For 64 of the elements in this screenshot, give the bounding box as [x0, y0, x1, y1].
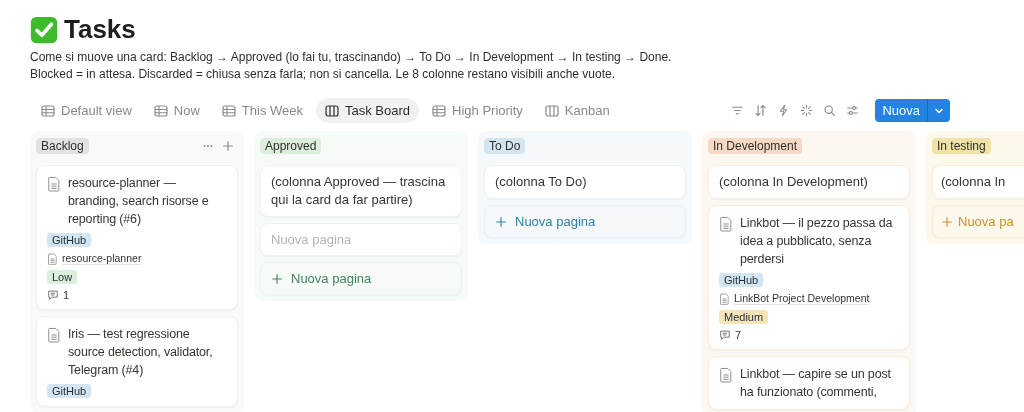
comment-count: 1 — [63, 289, 70, 301]
new-page-button[interactable]: Nuova pagina — [260, 262, 462, 295]
view-tab[interactable]: Default view — [32, 98, 141, 123]
page-icon — [719, 292, 730, 305]
column-tag: Approved — [260, 138, 322, 154]
plus-icon[interactable] — [222, 140, 234, 152]
column-tag: In testing — [932, 138, 991, 154]
view-tab[interactable]: This Week — [212, 98, 312, 123]
task-card[interactable]: Linkbot — capire se un post ha funzionato (commenti, — [708, 356, 910, 410]
new-menu-button[interactable] — [927, 99, 950, 122]
search-icon[interactable] — [823, 104, 837, 117]
plus-icon — [941, 215, 953, 228]
note-card[interactable]: (colonna In — [932, 165, 1024, 199]
page-icon — [47, 327, 61, 343]
task-title: Iris — test regressione source detection, validator, Telegram (#4) — [68, 326, 214, 379]
new-page-button[interactable]: Nuova pagina — [484, 205, 686, 238]
task-title: resource-planner — branding, search risorse e reporting (#6) — [68, 175, 210, 228]
note-card[interactable]: (colonna To Do) — [484, 165, 686, 199]
page-title: Tasks — [64, 14, 136, 45]
page-icon — [47, 252, 58, 265]
page-icon — [719, 216, 733, 232]
comment-count: 7 — [735, 329, 742, 341]
board-icon — [325, 103, 339, 118]
page-icon — [719, 367, 733, 383]
task-card[interactable]: resource-planner — branding, search risorse e reporting (#6) GitHub resource-planner Low 1 — [36, 165, 238, 310]
page-icon — [47, 176, 61, 192]
project-link[interactable]: resource-planner — [62, 252, 142, 265]
plus-icon — [271, 272, 283, 285]
comment-icon — [47, 289, 59, 301]
note-card[interactable]: (colonna In Development) — [708, 165, 910, 199]
project-link[interactable]: LinkBot Project Development — [734, 292, 870, 305]
view-tab[interactable]: Kanban — [535, 98, 619, 123]
view-tab[interactable]: Task Board — [316, 98, 420, 123]
source-tag: GitHub — [47, 384, 92, 398]
column-tag: To Do — [484, 138, 526, 154]
note-card[interactable]: (colonna Approved — trascina qui la card da far partire) — [260, 165, 462, 217]
description-text: Come si muove una card: Backlog → Approved (lo fai tu, trascinando) → To Do → In Development → In testing → Done. — [30, 49, 673, 66]
filter-icon[interactable] — [731, 104, 745, 117]
task-title: Linkbot — capire se un post ha funzionato (commenti, — [740, 366, 892, 401]
task-title: Linkbot — il pezzo passa da idea a pubblicato, senza perdersi — [740, 215, 894, 268]
sparkle-icon[interactable] — [800, 104, 814, 117]
checkmark-icon — [30, 15, 58, 44]
task-card[interactable]: Iris — test regressione source detection, validator, Telegram (#4) GitHub — [36, 316, 238, 407]
priority-tag: Medium — [719, 310, 769, 324]
source-tag: GitHub — [719, 273, 764, 287]
table-icon — [41, 103, 55, 118]
plus-icon — [495, 215, 507, 228]
view-tab[interactable]: Now — [144, 98, 209, 123]
new-page-field[interactable]: Nuova pagina — [260, 223, 462, 256]
table-icon — [432, 103, 447, 118]
comment-icon — [719, 329, 731, 341]
table-icon — [221, 103, 236, 118]
settings-icon[interactable] — [846, 104, 860, 117]
view-tab[interactable]: High Priority — [423, 98, 532, 123]
task-card[interactable]: Linkbot — il pezzo passa da idea a pubblicato, senza perdersi GitHub LinkBot Project Development Medium 7 — [708, 205, 910, 350]
board-icon — [544, 103, 559, 118]
source-tag: GitHub — [47, 233, 92, 247]
description-text: Blocked = in attesa. Discarded = chiusa senza farla; non si cancella. Le 8 colonne restano visibili anche vuote. — [30, 66, 616, 83]
priority-tag: Low — [47, 270, 78, 284]
table-icon — [153, 103, 168, 118]
column-tag: Backlog — [36, 138, 89, 154]
sort-icon[interactable] — [754, 104, 768, 117]
new-button[interactable]: Nuova — [875, 99, 927, 122]
column-tag: In Development — [708, 138, 803, 154]
